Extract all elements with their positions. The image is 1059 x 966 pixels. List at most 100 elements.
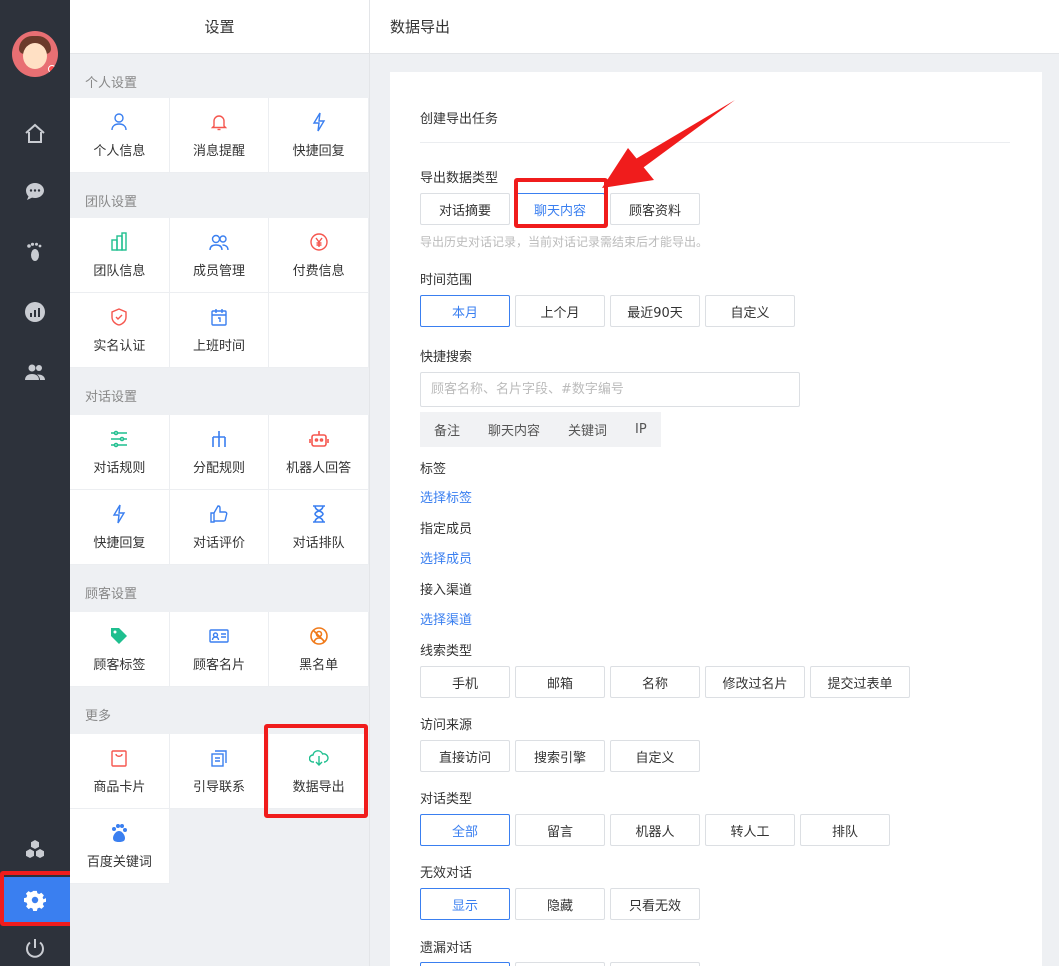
id-card-icon <box>209 626 229 646</box>
status-dot <box>48 65 56 73</box>
visit-source-label: 访问来源 <box>420 718 473 733</box>
group-title-team: 团队设置 <box>85 195 138 210</box>
settings-item-baidu-keywords[interactable]: 百度关键词 <box>70 809 170 884</box>
option-last-90-days[interactable]: 最近90天 <box>610 295 700 327</box>
settings-item-dialog-rating[interactable]: 对话评价 <box>169 490 270 565</box>
select-members-link[interactable]: 选择成员 <box>420 548 472 567</box>
option-message[interactable]: 留言 <box>515 814 605 846</box>
missed-dialog-label: 遗漏对话 <box>420 941 473 956</box>
settings-item-label: 对话规则 <box>93 460 146 476</box>
settings-item-verification[interactable]: 实名认证 <box>70 293 170 368</box>
select-tags-link[interactable]: 选择标签 <box>420 487 472 506</box>
option-missed-partial-2[interactable] <box>515 962 605 966</box>
user-icon <box>109 112 129 132</box>
option-robot[interactable]: 机器人 <box>610 814 700 846</box>
settings-item-label: 顾客标签 <box>93 657 146 673</box>
quick-search-input[interactable] <box>420 372 800 407</box>
highlight-box-chat-content <box>514 178 608 228</box>
chip-keyword[interactable]: 关键词 <box>568 420 607 439</box>
settings-item-customer-tags[interactable]: 顾客标签 <box>70 612 170 687</box>
calendar-icon <box>209 307 229 327</box>
settings-item-label: 个人信息 <box>93 143 146 159</box>
settings-item-label: 消息提醒 <box>192 143 245 159</box>
settings-item-label: 对话排队 <box>292 535 345 551</box>
chip-chat-content[interactable]: 聊天内容 <box>488 420 540 439</box>
home-icon[interactable] <box>20 119 50 149</box>
settings-item-label: 黑名单 <box>299 657 339 673</box>
chip-ip[interactable]: IP <box>635 422 647 437</box>
settings-item-assign-rules[interactable]: 分配规则 <box>169 415 270 490</box>
settings-item-dialog-queue[interactable]: 对话排队 <box>269 490 369 565</box>
settings-item-label: 商品卡片 <box>93 779 146 795</box>
settings-item-label: 付费信息 <box>292 263 345 279</box>
option-only-invalid[interactable]: 只看无效 <box>610 888 700 920</box>
settings-item-team-info[interactable]: 团队信息 <box>70 218 170 293</box>
settings-item-dialog-rules[interactable]: 对话规则 <box>70 415 170 490</box>
statistics-icon[interactable] <box>20 297 50 327</box>
dialog-type-label: 对话类型 <box>420 792 473 807</box>
search-field-chips: 备注 聊天内容 关键词 IP <box>420 412 661 447</box>
option-dialog-summary[interactable]: 对话摘要 <box>420 193 510 225</box>
option-queue[interactable]: 排队 <box>800 814 890 846</box>
option-missed-partial[interactable] <box>420 962 510 966</box>
option-modified-card[interactable]: 修改过名片 <box>705 666 805 698</box>
option-email[interactable]: 邮箱 <box>515 666 605 698</box>
option-direct-visit[interactable]: 直接访问 <box>420 740 510 772</box>
tags-label: 标签 <box>420 462 447 477</box>
apps-cubes-icon[interactable] <box>20 835 50 865</box>
highlight-box-settings <box>0 871 81 926</box>
lightning-icon <box>109 504 129 524</box>
power-icon[interactable] <box>20 933 50 963</box>
option-last-month[interactable]: 上个月 <box>515 295 605 327</box>
option-missed-partial-3[interactable] <box>610 962 700 966</box>
option-name[interactable]: 名称 <box>610 666 700 698</box>
settings-item-guide-contact[interactable]: 引导联系 <box>169 734 270 809</box>
option-transfer-human[interactable]: 转人工 <box>705 814 795 846</box>
yen-icon <box>309 232 329 252</box>
settings-item-member-management[interactable]: 成员管理 <box>169 218 270 293</box>
invalid-dialog-label: 无效对话 <box>420 866 473 881</box>
sliders-icon <box>109 429 129 449</box>
group-title-dialog: 对话设置 <box>85 390 138 405</box>
option-phone[interactable]: 手机 <box>420 666 510 698</box>
settings-grid-customer: 顾客标签 顾客名片 黑名单 <box>70 612 369 687</box>
chip-remark[interactable]: 备注 <box>434 420 460 439</box>
option-all[interactable]: 全部 <box>420 814 510 846</box>
settings-item-label: 快捷回复 <box>292 143 345 159</box>
option-show[interactable]: 显示 <box>420 888 510 920</box>
page-title: 数据导出 <box>370 0 1059 54</box>
settings-item-customer-card[interactable]: 顾客名片 <box>169 612 270 687</box>
tag-icon <box>109 626 129 646</box>
footprint-icon[interactable] <box>20 237 50 267</box>
building-icon <box>109 231 129 252</box>
members-label: 指定成员 <box>420 522 473 537</box>
settings-item-profile[interactable]: 个人信息 <box>70 98 170 173</box>
option-this-month[interactable]: 本月 <box>420 295 510 327</box>
settings-item-label: 百度关键词 <box>86 854 152 870</box>
select-channel-link[interactable]: 选择渠道 <box>420 609 472 628</box>
option-custom-range[interactable]: 自定义 <box>705 295 795 327</box>
shopping-bag-icon <box>109 748 129 768</box>
settings-item-product-card[interactable]: 商品卡片 <box>70 734 170 809</box>
avatar[interactable] <box>12 31 58 77</box>
contacts-icon[interactable] <box>20 357 50 387</box>
settings-item-quick-reply[interactable]: 快捷回复 <box>269 98 369 173</box>
settings-item-working-hours[interactable]: 上班时间 <box>169 293 270 368</box>
settings-item-quick-reply-2[interactable]: 快捷回复 <box>70 490 170 565</box>
settings-item-label: 对话评价 <box>192 535 245 551</box>
settings-grid-personal: 个人信息 消息提醒 快捷回复 <box>70 98 369 173</box>
users-icon <box>209 232 229 252</box>
settings-item-notifications[interactable]: 消息提醒 <box>169 98 270 173</box>
settings-item-billing[interactable]: 付费信息 <box>269 218 369 293</box>
option-submitted-form[interactable]: 提交过表单 <box>810 666 910 698</box>
option-search-engine[interactable]: 搜索引擎 <box>515 740 605 772</box>
invalid-dialog-options: 显示 隐藏 只看无效 <box>420 888 700 920</box>
settings-item-robot-answer[interactable]: 机器人回答 <box>269 415 369 490</box>
settings-grid-dialog: 对话规则 分配规则 机器人回答 快捷回复 对话评价 对话排队 <box>70 415 369 565</box>
option-custom-source[interactable]: 自定义 <box>610 740 700 772</box>
export-type-hint: 导出历史对话记录，当前对话记录需结束后才能导出。 <box>420 235 709 249</box>
chat-icon[interactable] <box>20 177 50 207</box>
settings-item-blacklist[interactable]: 黑名单 <box>269 612 369 687</box>
option-hide[interactable]: 隐藏 <box>515 888 605 920</box>
lightning-icon <box>309 112 329 132</box>
